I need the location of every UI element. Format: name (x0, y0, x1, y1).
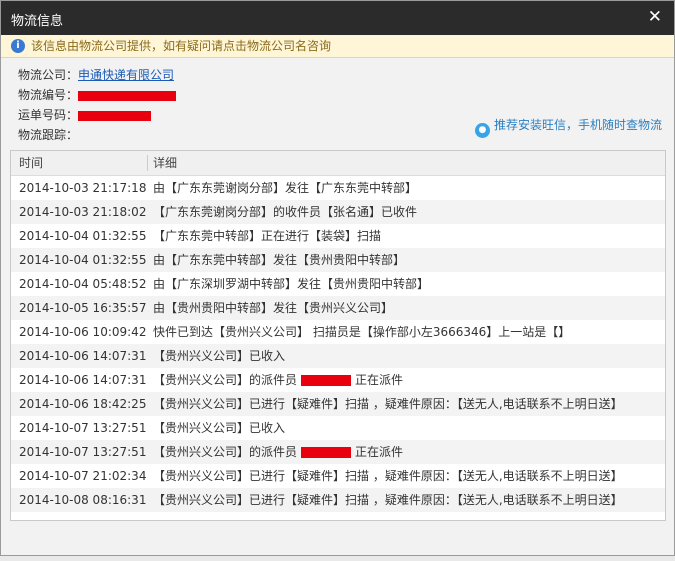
table-row: 2014-10-07 13:27:51 【贵州兴义公司】已收入 (11, 416, 665, 440)
row-detail: 【贵州兴义公司】已收入 (153, 416, 285, 440)
notice-bar: i 该信息由物流公司提供，如有疑问请点击物流公司名咨询 (1, 35, 674, 58)
row-detail: 【贵州兴义公司】已进行【疑难件】扫描 ，疑难件原因：【送无人,电话联系不上明日送… (153, 488, 623, 512)
tracking-number-redacted (78, 90, 176, 101)
table-row: 2014-10-06 18:42:25 【贵州兴义公司】已进行【疑难件】扫描 ，疑… (11, 392, 665, 416)
close-icon[interactable]: ✕ (648, 7, 662, 27)
row-time: 2014-10-06 14:07:31 (19, 373, 147, 387)
company-row: 物流公司：申通快递有限公司 (18, 66, 674, 86)
row-detail-suffix: 正在派件 (355, 445, 404, 459)
row-detail-text: 【贵州兴义公司】的派件员 (153, 373, 298, 387)
table-row: 2014-10-05 16:35:57 由【贵州贵阳中转部】发往【贵州兴义公司】 (11, 296, 665, 320)
row-detail-text: 由【广东深圳罗湖中转部】发往【贵州贵阳中转部】 (153, 277, 430, 291)
row-time: 2014-10-05 16:35:57 (19, 301, 147, 315)
row-detail: 由【广东东莞谢岗分部】发往【广东东莞中转部】 (153, 176, 417, 200)
row-time: 2014-10-04 05:48:52 (19, 277, 147, 291)
row-detail-text: 由【广东东莞中转部】发往【贵州贵阳中转部】 (153, 253, 406, 267)
header-detail: 详细 (153, 156, 178, 170)
row-time: 2014-10-03 21:17:18 (19, 181, 147, 195)
row-detail-text: 快件已到达【贵州兴义公司】 扫描员是【操作部小左3666346】上一站是【】 (153, 325, 571, 339)
row-time: 2014-10-06 18:42:25 (19, 397, 147, 411)
row-time: 2014-10-07 21:02:34 (19, 469, 147, 483)
row-detail-text: 由【广东东莞谢岗分部】发往【广东东莞中转部】 (153, 181, 418, 195)
wangxin-text[interactable]: 推荐安装旺信，手机随时查物流 (494, 118, 662, 132)
row-detail-text: 由【贵州贵阳中转部】发往【贵州兴义公司】 (153, 301, 394, 315)
row-detail: 【广东东莞谢岗分部】的收件员【张名通】已收件 (153, 200, 417, 224)
courier-name-redacted (301, 375, 352, 386)
row-detail: 【广东东莞中转部】正在进行【装袋】扫描 (153, 224, 381, 248)
row-detail: 【贵州兴义公司】已进行【疑难件】扫描 ，疑难件原因：【送无人,电话联系不上明日送… (153, 392, 623, 416)
row-time: 2014-10-08 08:16:31 (19, 493, 147, 507)
row-time: 2014-10-06 14:07:31 (19, 349, 147, 363)
row-time: 2014-10-04 01:32:55 (19, 253, 147, 267)
row-time: 2014-10-04 01:32:55 (19, 229, 147, 243)
tracking-table: 时间 详细 2014-10-03 21:17:18 由【广东东莞谢岗分部】发往【广… (10, 150, 666, 521)
shipment-meta: 物流公司：申通快递有限公司 物流编号： 运单号码： 物流跟踪： ● 推荐安装旺信，… (1, 58, 674, 144)
wangxin-icon: ● (474, 123, 490, 138)
waybill-label: 运单号码： (18, 108, 79, 122)
row-detail-suffix: 正在派件 (355, 373, 404, 387)
table-row: 2014-10-04 01:32:55 由【广东东莞中转部】发往【贵州贵阳中转部】 (11, 248, 665, 272)
header-time: 时间 (19, 156, 44, 170)
table-row: 2014-10-06 14:07:31 【贵州兴义公司】的派件员 正在派件 (11, 368, 665, 392)
row-detail: 【贵州兴义公司】的派件员 正在派件 (153, 368, 403, 392)
row-time: 2014-10-07 13:27:51 (19, 445, 147, 459)
row-detail-text: 【贵州兴义公司】的派件员 (153, 445, 298, 459)
table-row: 2014-10-03 21:17:18 由【广东东莞谢岗分部】发往【广东东莞中转部… (11, 176, 665, 200)
track-label: 物流跟踪： (18, 128, 79, 142)
row-detail: 快件已到达【贵州兴义公司】 扫描员是【操作部小左3666346】上一站是【】 (153, 320, 570, 344)
row-detail-text: 【广东东莞中转部】正在进行【装袋】扫描 (153, 229, 382, 243)
row-detail: 【贵州兴义公司】已进行【疑难件】扫描 ，疑难件原因：【送无人,电话联系不上明日送… (153, 464, 623, 488)
row-detail: 【贵州兴义公司】的派件员 正在派件 (153, 440, 403, 464)
notice-text: 该信息由物流公司提供，如有疑问请点击物流公司名咨询 (31, 39, 332, 53)
table-row: 2014-10-07 13:27:51 【贵州兴义公司】的派件员 正在派件 (11, 440, 665, 464)
table-row: 2014-10-04 01:32:55 【广东东莞中转部】正在进行【装袋】扫描 (11, 224, 665, 248)
row-detail: 由【广东东莞中转部】发往【贵州贵阳中转部】 (153, 248, 405, 272)
table-header: 时间 详细 (11, 151, 665, 176)
row-detail: 由【贵州贵阳中转部】发往【贵州兴义公司】 (153, 296, 393, 320)
row-detail: 由【广东深圳罗湖中转部】发往【贵州贵阳中转部】 (153, 272, 429, 296)
titlebar: 物流信息 ✕ (1, 1, 674, 35)
tracking-label: 物流编号： (18, 88, 79, 102)
row-detail-text: 【贵州兴义公司】已收入 (153, 349, 286, 363)
table-row: 2014-10-06 10:09:42 快件已到达【贵州兴义公司】 扫描员是【操作… (11, 320, 665, 344)
row-detail-text: 【贵州兴义公司】已收入 (153, 421, 286, 435)
row-detail-text: 【贵州兴义公司】已进行【疑难件】扫描 ，疑难件原因：【送无人,电话联系不上明日送… (153, 469, 623, 483)
row-detail: 【贵州兴义公司】已收入 (153, 344, 285, 368)
table-row: 2014-10-06 14:07:31 【贵州兴义公司】已收入 (11, 344, 665, 368)
company-link[interactable]: 申通快递有限公司 (78, 68, 174, 82)
tracking-row: 物流编号： (18, 86, 674, 106)
logistics-dialog: 物流信息 ✕ i 该信息由物流公司提供，如有疑问请点击物流公司名咨询 物流公司：… (0, 0, 675, 556)
waybill-number-redacted (78, 110, 151, 121)
row-time: 2014-10-07 13:27:51 (19, 421, 147, 435)
wangxin-link[interactable]: ● 推荐安装旺信，手机随时查物流 (474, 116, 662, 138)
table-row: 2014-10-08 08:16:31 【贵州兴义公司】已进行【疑难件】扫描 ，疑… (11, 488, 665, 512)
row-detail-text: 【贵州兴义公司】已进行【疑难件】扫描 ，疑难件原因：【送无人,电话联系不上明日送… (153, 397, 623, 411)
company-label: 物流公司： (18, 68, 79, 82)
dialog-title: 物流信息 (11, 14, 64, 29)
courier-name-redacted (301, 447, 352, 458)
table-row: 2014-10-04 05:48:52 由【广东深圳罗湖中转部】发往【贵州贵阳中转… (11, 272, 665, 296)
info-icon: i (11, 39, 25, 53)
row-detail-text: 【贵州兴义公司】已进行【疑难件】扫描 ，疑难件原因：【送无人,电话联系不上明日送… (153, 493, 623, 507)
table-row: 2014-10-03 21:18:02 【广东东莞谢岗分部】的收件员【张名通】已收… (11, 200, 665, 224)
column-divider (147, 155, 148, 171)
table-body: 2014-10-03 21:17:18 由【广东东莞谢岗分部】发往【广东东莞中转部… (11, 176, 665, 512)
row-time: 2014-10-03 21:18:02 (19, 205, 147, 219)
row-detail-text: 【广东东莞谢岗分部】的收件员【张名通】已收件 (153, 205, 418, 219)
row-time: 2014-10-06 10:09:42 (19, 325, 147, 339)
table-row: 2014-10-07 21:02:34 【贵州兴义公司】已进行【疑难件】扫描 ，疑… (11, 464, 665, 488)
